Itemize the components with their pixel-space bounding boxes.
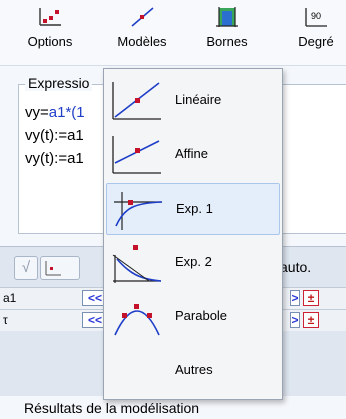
menu-item-exp2[interactable]: Exp. 2 bbox=[106, 237, 280, 289]
param-name: τ bbox=[3, 313, 8, 327]
parabola-model-icon bbox=[114, 304, 160, 336]
modeles-button[interactable]: Modèles bbox=[106, 0, 178, 64]
validate-button[interactable]: √ bbox=[14, 256, 38, 280]
exp2-model-icon bbox=[112, 245, 162, 283]
models-dropdown-menu: Linéaire Affine Exp. 1 Exp. 2 Parabole A… bbox=[103, 68, 283, 400]
affine-model-icon bbox=[112, 136, 161, 174]
expression-line: vy=a1*(1 bbox=[25, 101, 85, 124]
options-button[interactable]: Options bbox=[22, 0, 78, 64]
degre-label: Degré bbox=[298, 34, 334, 49]
linear-model-icon bbox=[112, 82, 161, 120]
param-name: a1 bbox=[3, 291, 17, 305]
uncertainty-button[interactable]: ± bbox=[303, 312, 319, 328]
menu-item-label: Affine bbox=[175, 146, 209, 161]
options-label: Options bbox=[27, 34, 73, 49]
model-line-icon bbox=[131, 7, 154, 27]
increase-button[interactable]: > bbox=[290, 290, 300, 306]
modeles-label: Modèles bbox=[117, 34, 167, 49]
menu-item-label: Exp. 2 bbox=[175, 254, 212, 269]
degree-icon: 90 bbox=[305, 8, 327, 27]
chart-button[interactable] bbox=[40, 256, 80, 280]
chart-icon bbox=[45, 261, 61, 276]
expression-line: vy(t):=a1 bbox=[25, 150, 84, 167]
exp1-model-icon bbox=[114, 192, 163, 230]
uncertainty-button[interactable]: ± bbox=[303, 290, 319, 306]
expression-line-prefix: vy= bbox=[25, 104, 49, 121]
menu-item-label: Autres bbox=[175, 362, 213, 377]
menu-item-affine[interactable]: Affine bbox=[106, 129, 280, 181]
expression-line: vy(t):=a1 bbox=[25, 127, 84, 144]
degre-button[interactable]: 90 Degré bbox=[286, 0, 346, 64]
increase-button[interactable]: > bbox=[290, 312, 300, 328]
expression-editor[interactable]: vy=a1*(1 vy(t):=a1 vy(t):=a1 bbox=[25, 101, 85, 170]
menu-item-label: Exp. 1 bbox=[176, 201, 213, 216]
menu-item-parabole[interactable]: Parabole bbox=[106, 291, 280, 343]
degree-icon-text: 90 bbox=[311, 11, 321, 21]
options-icon bbox=[39, 8, 61, 26]
results-title: Résultats de la modélisation bbox=[22, 400, 202, 416]
menu-item-exp1[interactable]: Exp. 1 bbox=[106, 183, 280, 235]
menu-item-label: Parabole bbox=[175, 308, 228, 323]
expression-line-keyword: a1*(1 bbox=[48, 104, 85, 121]
menu-item-label: Linéaire bbox=[175, 92, 222, 107]
expression-title: Expressio bbox=[25, 75, 93, 91]
bornes-button[interactable]: Bornes bbox=[198, 0, 256, 64]
auto-label: auto. bbox=[280, 259, 312, 275]
menu-item-lineaire[interactable]: Linéaire bbox=[106, 75, 280, 127]
bornes-label: Bornes bbox=[206, 34, 248, 49]
toolbar: Options Modèles Bornes 90 Degré bbox=[0, 0, 346, 66]
bornes-icon bbox=[216, 7, 238, 27]
menu-item-autres[interactable]: Autres bbox=[106, 347, 280, 393]
